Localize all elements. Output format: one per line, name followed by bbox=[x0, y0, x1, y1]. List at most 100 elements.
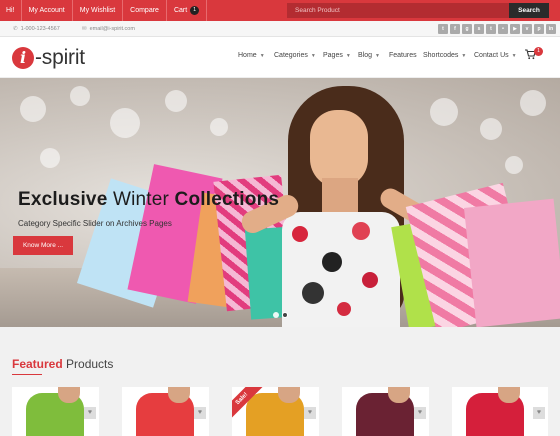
search-button[interactable]: Search bbox=[509, 3, 549, 18]
my-wishlist-link[interactable]: My Wishlist bbox=[73, 0, 124, 21]
dress-flower bbox=[362, 272, 378, 288]
hero-title: Exclusive Winter Collections bbox=[18, 189, 279, 211]
nav-features-label: Features bbox=[389, 52, 417, 59]
wishlist-heart-icon[interactable]: ♥ bbox=[304, 407, 316, 419]
bokeh-light bbox=[20, 96, 46, 122]
top-bar: Hi! My Account My Wishlist Compare Cart 1… bbox=[0, 0, 560, 21]
hero-slider: Exclusive Winter Collections Category Sp… bbox=[0, 78, 560, 327]
hero-subtitle: Category Specific Slider on Archives Pag… bbox=[18, 219, 172, 228]
product-card[interactable]: ♥ bbox=[122, 387, 209, 436]
section-title: Featured Products bbox=[12, 357, 113, 371]
email-info: ✉ email@i-spirit.com bbox=[82, 21, 135, 37]
model-dress bbox=[282, 212, 400, 327]
site-header: i -spirit Home ▼ Categories ▼ Pages ▼ Blog ▼… bbox=[0, 37, 560, 78]
product-card[interactable]: ♥ bbox=[12, 387, 99, 436]
nav-contact-us-label: Contact Us bbox=[474, 52, 509, 59]
model-neck bbox=[58, 387, 80, 403]
bokeh-light bbox=[520, 90, 546, 116]
cart-label: Cart bbox=[173, 7, 188, 14]
my-account-link[interactable]: My Account bbox=[22, 0, 73, 21]
wishlist-heart-icon[interactable]: ♥ bbox=[533, 407, 545, 419]
nav-blog[interactable]: Blog ▼ bbox=[358, 52, 380, 59]
nav-home[interactable]: Home ▼ bbox=[238, 52, 265, 59]
phone-info: ✆ 1-000-123-4567 bbox=[13, 21, 60, 37]
nav-shortcodes[interactable]: Shortcodes ▼ bbox=[423, 52, 466, 59]
chevron-down-icon: ▼ bbox=[461, 53, 467, 59]
nav-categories-label: Categories bbox=[274, 52, 308, 59]
nav-pages-label: Pages bbox=[323, 52, 343, 59]
slider-dot[interactable] bbox=[273, 312, 279, 318]
featured-products-section: Featured Products ♥ ♥ Sale! ♥ ♥ ♥ bbox=[0, 327, 560, 436]
page: Hi! My Account My Wishlist Compare Cart 1… bbox=[0, 0, 560, 436]
product-image bbox=[466, 387, 524, 436]
search-input[interactable] bbox=[287, 3, 509, 18]
cart-link[interactable]: Cart 1 bbox=[167, 0, 208, 21]
email-address: email@i-spirit.com bbox=[89, 26, 135, 32]
product-image bbox=[246, 387, 304, 436]
phone-number: 1-000-123-4567 bbox=[20, 26, 60, 32]
chevron-down-icon: ▼ bbox=[310, 53, 316, 59]
section-title-highlight: Featured bbox=[12, 357, 63, 371]
cart-count-badge: 1 bbox=[190, 5, 200, 15]
dress-flower bbox=[337, 302, 351, 316]
chevron-down-icon: ▼ bbox=[259, 53, 265, 59]
dress-flower bbox=[322, 252, 342, 272]
section-title-rest: Products bbox=[62, 357, 114, 371]
bokeh-light bbox=[165, 90, 187, 112]
compare-link[interactable]: Compare bbox=[123, 0, 167, 21]
header-cart-badge: 1 bbox=[534, 47, 543, 56]
product-card[interactable]: ♥ bbox=[342, 387, 429, 436]
bokeh-light bbox=[480, 118, 502, 140]
twitter-icon[interactable]: t bbox=[438, 24, 448, 34]
nav-pages[interactable]: Pages ▼ bbox=[323, 52, 351, 59]
nav-shortcodes-label: Shortcodes bbox=[423, 52, 459, 59]
mail-icon: ✉ bbox=[82, 26, 87, 32]
product-card[interactable]: ♥ bbox=[452, 387, 548, 436]
top-nav: Hi! My Account My Wishlist Compare Cart 1 bbox=[0, 0, 208, 21]
nav-contact-us[interactable]: Contact Us ▼ bbox=[474, 52, 517, 59]
greeting: Hi! bbox=[0, 0, 22, 21]
wishlist-heart-icon[interactable]: ♥ bbox=[194, 407, 206, 419]
google-plus-icon[interactable]: g bbox=[462, 24, 472, 34]
social-links: t f g s t • ▶ v p in bbox=[438, 24, 556, 34]
tumblr-icon[interactable]: t bbox=[486, 24, 496, 34]
model-neck bbox=[498, 387, 520, 403]
slider-dots bbox=[273, 312, 288, 318]
model-neck bbox=[388, 387, 410, 403]
shopping-bag bbox=[463, 198, 560, 327]
facebook-icon[interactable]: f bbox=[450, 24, 460, 34]
dress-flower bbox=[352, 222, 370, 240]
bokeh-light bbox=[40, 148, 60, 168]
bokeh-light bbox=[110, 108, 140, 138]
chevron-down-icon: ▼ bbox=[511, 53, 517, 59]
bokeh-light bbox=[210, 118, 228, 136]
chevron-down-icon: ▼ bbox=[345, 53, 351, 59]
nav-categories[interactable]: Categories ▼ bbox=[274, 52, 316, 59]
youtube-icon[interactable]: ▶ bbox=[510, 24, 520, 34]
wishlist-heart-icon[interactable]: ♥ bbox=[84, 407, 96, 419]
bokeh-light bbox=[505, 156, 523, 174]
bokeh-light bbox=[430, 98, 458, 126]
linkedin-icon[interactable]: in bbox=[546, 24, 556, 34]
nav-features[interactable]: Features bbox=[389, 52, 417, 59]
product-card[interactable]: Sale! ♥ bbox=[232, 387, 319, 436]
wishlist-heart-icon[interactable]: ♥ bbox=[414, 407, 426, 419]
flickr-icon[interactable]: • bbox=[498, 24, 508, 34]
model-neck bbox=[168, 387, 190, 403]
slider-dot-active[interactable] bbox=[282, 312, 288, 318]
phone-icon: ✆ bbox=[13, 26, 18, 32]
know-more-button[interactable]: Know More ... bbox=[13, 236, 73, 255]
bokeh-light bbox=[70, 86, 90, 106]
hero-title-bold-1: Exclusive bbox=[18, 189, 108, 210]
site-logo[interactable]: i -spirit bbox=[12, 45, 85, 71]
vimeo-icon[interactable]: v bbox=[522, 24, 532, 34]
chevron-down-icon: ▼ bbox=[375, 53, 380, 59]
logo-mark: i bbox=[12, 47, 34, 69]
hero-title-bold-2: Collections bbox=[174, 189, 280, 210]
logo-text: -spirit bbox=[35, 46, 85, 69]
model-face bbox=[310, 110, 368, 188]
pinterest-icon[interactable]: p bbox=[534, 24, 544, 34]
skype-icon[interactable]: s bbox=[474, 24, 484, 34]
dress-flower bbox=[292, 226, 308, 242]
hero-title-light: Winter bbox=[107, 189, 175, 210]
